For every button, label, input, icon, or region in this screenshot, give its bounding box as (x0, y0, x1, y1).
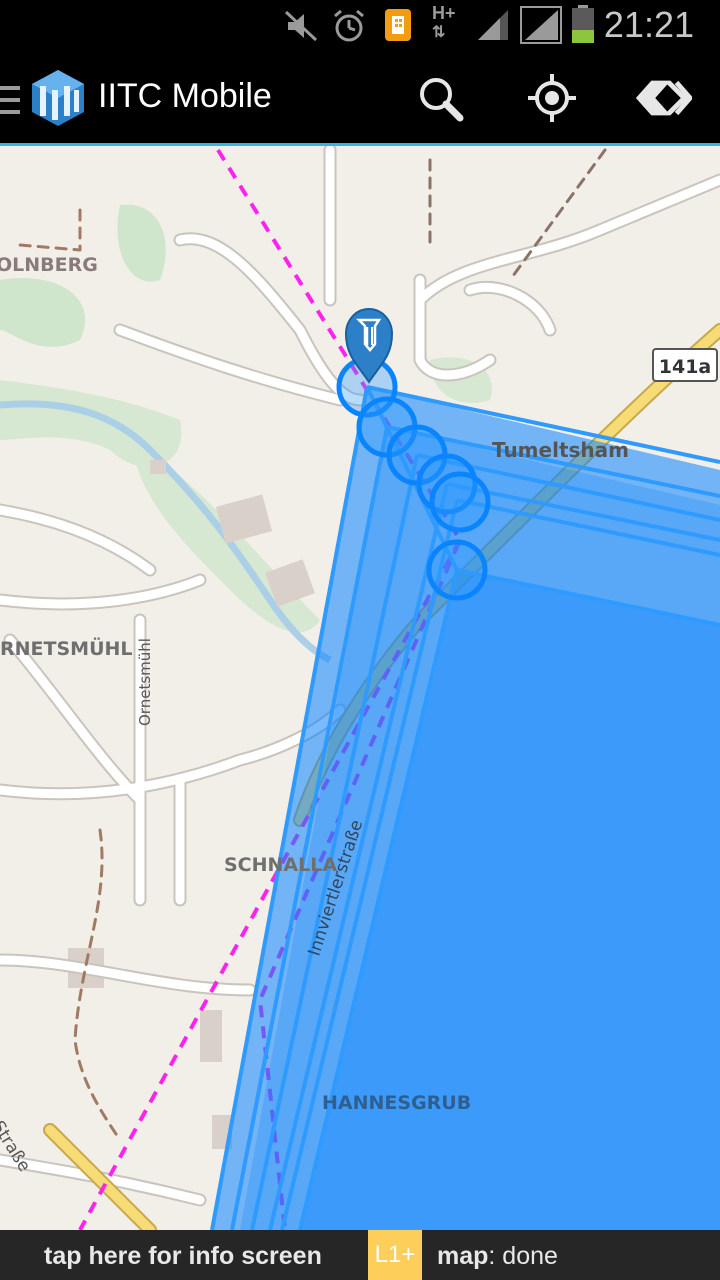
place-label-olnberg: OLNBERG (0, 254, 98, 276)
info-screen-link[interactable]: tap here for info screen (44, 1242, 322, 1271)
map-status: map: done (437, 1242, 558, 1271)
road-shield: 141a (652, 348, 718, 382)
locate-button[interactable] (522, 72, 582, 124)
status-time: 21:21 (603, 4, 694, 45)
search-button[interactable] (410, 72, 470, 124)
place-label-schnalla: SCHNALLA (224, 854, 338, 876)
hplus-data-icon: H+ ⇅ (432, 3, 456, 41)
action-bar: IITC Mobile (0, 50, 720, 146)
street-label-ornetsmuehl: Ornetsmühl (136, 638, 154, 726)
bottom-status-bar[interactable]: tap here for info screen L1+ map: done (0, 1230, 720, 1280)
place-label-johannesgrub: HANNESGRUB (322, 1092, 472, 1114)
signal-icon (520, 6, 562, 44)
map-status-value: : done (488, 1242, 558, 1270)
forest-area (0, 278, 86, 347)
map-status-label: map (437, 1242, 489, 1270)
alarm-icon (334, 9, 364, 42)
signal-icon (478, 10, 508, 40)
portal-circle[interactable] (426, 539, 488, 601)
layers-button[interactable] (632, 72, 692, 124)
crosshair-icon (528, 74, 576, 122)
layers-icon (635, 80, 692, 116)
map-canvas[interactable]: 141a (0, 146, 720, 1230)
hamburger-icon[interactable] (0, 86, 20, 114)
place-label-ornetsmuehl: RNETSMÜHL (0, 638, 133, 660)
app-title: IITC Mobile (98, 77, 272, 115)
iitc-logo-icon[interactable] (30, 68, 86, 128)
status-bar: H+ ⇅ 21:21 (0, 0, 720, 50)
place-label-tumeltsham: Tumeltsham (492, 438, 629, 462)
mute-icon (284, 10, 318, 42)
battery-icon (572, 5, 594, 43)
notification-app-icon (385, 9, 411, 41)
portal-circle[interactable] (429, 471, 491, 533)
forest-area (117, 204, 166, 282)
map-view[interactable]: 141a OLNBERG Tumeltsham RNETSMÜHL Ornets… (0, 146, 720, 1230)
search-icon (420, 78, 464, 122)
building (150, 460, 166, 474)
road-shield-label: 141a (659, 356, 711, 378)
level-badge: L1+ (368, 1230, 422, 1280)
building (215, 494, 273, 544)
building (200, 1010, 222, 1062)
